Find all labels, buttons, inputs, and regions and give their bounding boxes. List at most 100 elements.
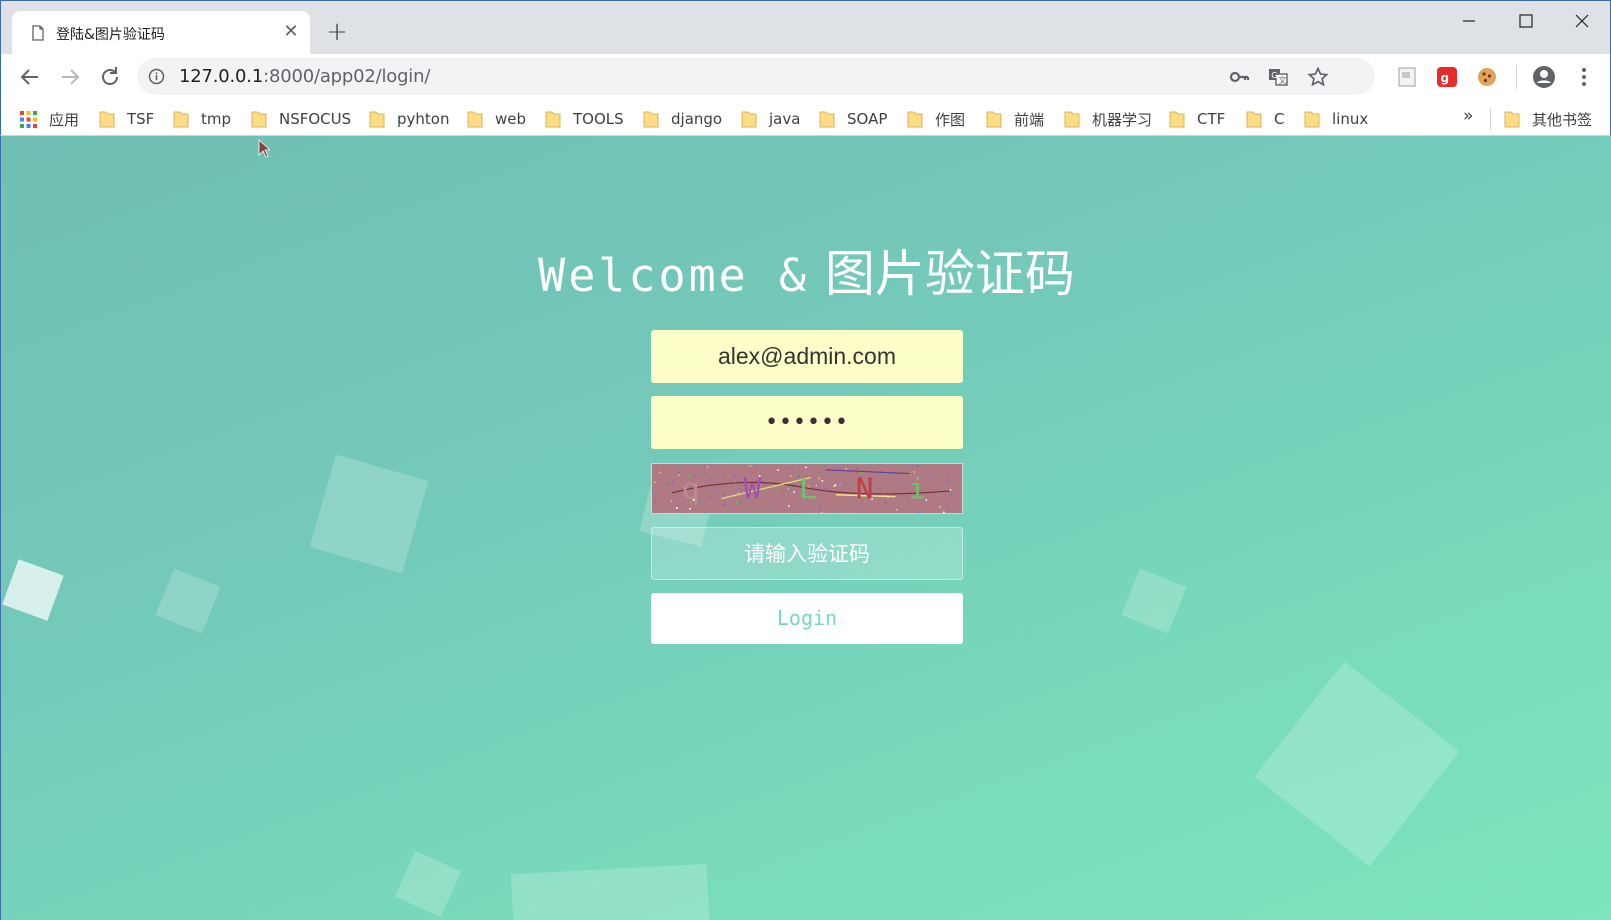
tab-title: 登陆&图片验证码 — [56, 27, 165, 43]
bookmark-folder[interactable]: 作图 — [907, 107, 965, 131]
folder-icon — [1504, 111, 1520, 128]
svg-text:g: g — [1441, 71, 1450, 85]
captcha-input[interactable]: 请输入验证码 — [651, 527, 963, 580]
bookmark-folder[interactable]: 机器学习 — [1064, 107, 1152, 131]
profile-icon[interactable] — [1531, 64, 1557, 90]
page-viewport: Welcome & 图片验证码 alex@admin.com •••••• q W… — [0, 136, 1611, 920]
page-icon — [32, 25, 44, 41]
folder-icon — [467, 111, 483, 128]
bookmark-label: web — [495, 110, 527, 128]
toolbar-separator — [1516, 65, 1517, 89]
minimize-icon[interactable] — [1446, 5, 1492, 37]
captcha-letter: i — [908, 472, 926, 505]
background-square — [1121, 568, 1187, 634]
background-square — [2, 559, 64, 621]
folder-icon — [99, 111, 115, 128]
captcha-placeholder: 请输入验证码 — [744, 542, 870, 566]
email-field[interactable]: alex@admin.com — [651, 330, 963, 383]
bookmark-folder[interactable]: 前端 — [986, 107, 1044, 131]
tab-strip: 登陆&图片验证码 ✕ + — [0, 0, 1611, 55]
bookmark-label: NSFOCUS — [279, 110, 352, 128]
extension-page-icon[interactable] — [1394, 64, 1420, 90]
browser-tab[interactable]: 登陆&图片验证码 ✕ — [12, 11, 310, 55]
bookmark-folder[interactable]: tmp — [173, 107, 231, 131]
other-bookmarks[interactable]: 其他书签 — [1504, 107, 1592, 131]
bookmark-folder[interactable]: pyhton — [369, 107, 449, 131]
captcha-letter: L — [799, 472, 817, 505]
captcha-letter: W — [743, 472, 761, 505]
maximize-icon[interactable] — [1503, 5, 1549, 37]
bookmark-label: SOAP — [847, 110, 888, 128]
bookmark-folder[interactable]: django — [643, 107, 722, 131]
bookmark-folder[interactable]: SOAP — [819, 107, 887, 131]
new-tab-icon[interactable]: + — [323, 19, 351, 47]
bookmark-label: TOOLS — [573, 110, 624, 128]
background-square — [309, 454, 429, 574]
folder-icon — [643, 111, 659, 128]
folder-icon — [1064, 111, 1080, 128]
mouse-cursor-icon — [258, 139, 270, 158]
folder-icon — [545, 111, 561, 128]
bookmark-label: 前端 — [1014, 110, 1045, 129]
background-square — [394, 850, 462, 918]
site-info-icon[interactable] — [148, 68, 165, 85]
bookmark-folder[interactable]: linux — [1304, 107, 1368, 131]
bookmark-folder[interactable]: NSFOCUS — [251, 107, 351, 131]
apps-grid-icon — [20, 111, 37, 128]
login-button[interactable]: Login — [651, 593, 963, 644]
bookmark-label: TSF — [127, 110, 155, 128]
password-field[interactable]: •••••• — [651, 396, 963, 449]
bookmark-label: tmp — [201, 110, 232, 128]
background-square — [510, 863, 712, 920]
address-bar[interactable]: 127.0.0.1:8000/app02/login/ G 文 — [137, 58, 1375, 95]
key-icon[interactable] — [1228, 66, 1250, 88]
bookmark-folder[interactable]: java — [741, 107, 800, 131]
bookmarks-separator — [1490, 108, 1491, 130]
toolbar: 127.0.0.1:8000/app02/login/ G 文 g — [0, 54, 1611, 100]
bookmark-folder[interactable]: TOOLS — [545, 107, 624, 131]
bookmark-label: django — [671, 110, 723, 128]
bookmark-label: 应用 — [49, 110, 80, 129]
email-value: alex@admin.com — [717, 343, 897, 369]
bookmark-label: linux — [1332, 110, 1369, 128]
bookmark-star-icon[interactable] — [1307, 66, 1329, 88]
menu-icon[interactable] — [1571, 64, 1597, 90]
bookmark-folder[interactable]: C — [1246, 107, 1284, 131]
bookmark-label: 作图 — [935, 110, 966, 129]
folder-icon — [819, 111, 835, 128]
folder-icon — [1304, 111, 1320, 128]
url-text: 127.0.0.1:8000/app02/login/ — [179, 66, 431, 87]
bookmark-folder[interactable]: CTF — [1169, 107, 1225, 131]
reload-icon[interactable] — [94, 61, 126, 93]
cookie-icon[interactable] — [1474, 64, 1500, 90]
bookmark-label: C — [1274, 110, 1285, 128]
svg-text:G: G — [1271, 71, 1277, 80]
folder-icon — [907, 111, 923, 128]
folder-icon — [251, 111, 267, 128]
bookmark-label: 机器学习 — [1092, 110, 1153, 129]
captcha-letter: N — [856, 472, 874, 505]
other-bookmarks-label: 其他书签 — [1532, 110, 1593, 129]
captcha-image[interactable]: q W L Ni — [651, 463, 963, 514]
folder-icon — [986, 111, 1002, 128]
window-close-icon[interactable] — [1559, 5, 1605, 37]
captcha-letter: q — [682, 472, 700, 505]
bookmark-folder[interactable]: web — [467, 107, 526, 131]
bookmark-apps[interactable]: 应用 — [19, 107, 79, 131]
close-tab-icon[interactable]: ✕ — [280, 21, 302, 43]
bookmarks-overflow-button[interactable]: » — [1463, 106, 1473, 126]
translate-icon[interactable]: G 文 — [1267, 66, 1289, 88]
page-title: Welcome & 图片验证码 — [538, 245, 1075, 303]
folder-icon — [741, 111, 757, 128]
extension-red-icon[interactable]: g — [1434, 64, 1460, 90]
password-value: •••••• — [765, 410, 849, 435]
back-icon[interactable] — [14, 61, 46, 93]
bookmark-label: java — [769, 110, 801, 128]
background-square — [155, 568, 221, 634]
folder-icon — [1246, 111, 1262, 128]
bookmark-label: pyhton — [397, 110, 450, 128]
bookmarks-bar: 应用 TSF tmp NSFOCUS pyhton web TOOLS django java S… — [0, 100, 1611, 136]
bookmark-label: CTF — [1197, 110, 1226, 128]
bookmark-folder[interactable]: TSF — [99, 107, 154, 131]
forward-icon[interactable] — [54, 61, 86, 93]
